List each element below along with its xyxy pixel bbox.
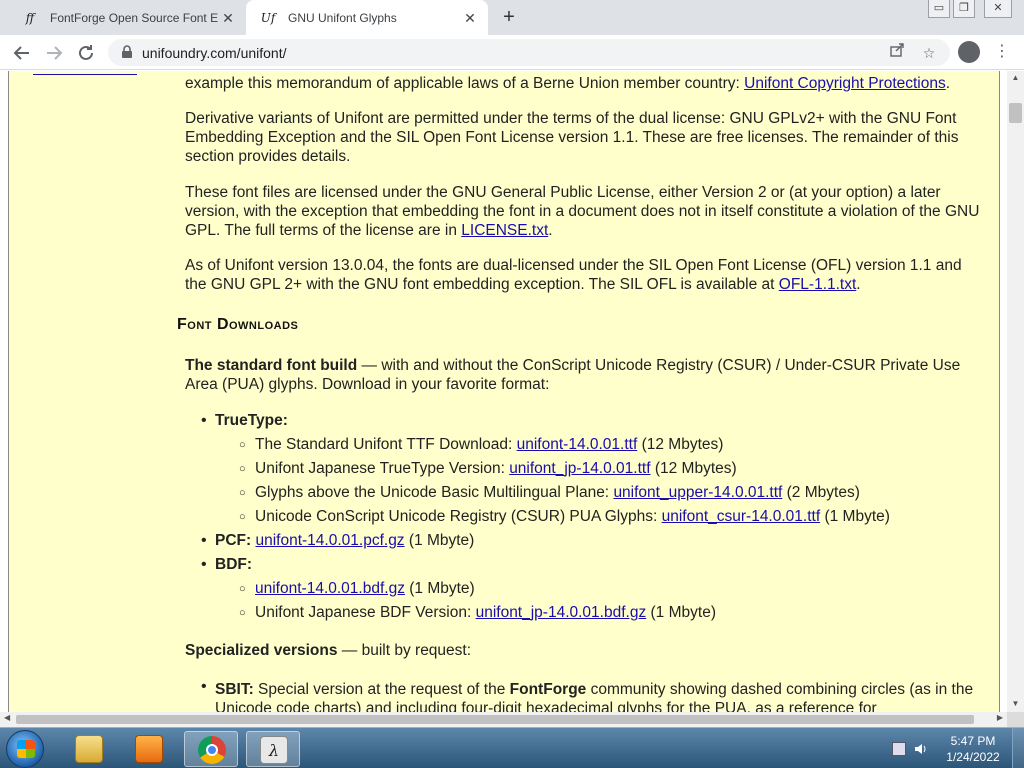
- download-link[interactable]: unifont_upper-14.0.01.ttf: [613, 484, 782, 501]
- download-link[interactable]: unifont-14.0.01.pcf.gz: [255, 532, 404, 549]
- address-bar[interactable]: unifoundry.com/unifont/ ☆: [108, 39, 950, 66]
- derivative-paragraph: Derivative variants of Unifont are permi…: [185, 110, 959, 165]
- minimize-button[interactable]: ▭: [928, 0, 950, 18]
- font-downloads-heading: Font Downloads: [177, 316, 299, 333]
- specialized-list: SBIT: Special version at the request of …: [185, 677, 987, 712]
- close-window-button[interactable]: ✕: [984, 0, 1012, 18]
- list-item: Glyphs above the Unicode Basic Multiling…: [185, 481, 987, 505]
- tab-fontforge[interactable]: ff FontForge Open Source Font Edi ✕: [8, 0, 246, 35]
- forward-icon[interactable]: [42, 41, 66, 65]
- copyright-protections-link[interactable]: Unifont Copyright Protections: [744, 75, 946, 92]
- close-tab-icon[interactable]: ✕: [460, 8, 480, 28]
- list-item: PCF: unifont-14.0.01.pcf.gz (1 Mbyte): [185, 529, 987, 553]
- download-link[interactable]: unifont_jp-14.0.01.ttf: [509, 460, 650, 477]
- system-clock[interactable]: 5:47 PM 1/24/2022: [938, 733, 1008, 765]
- list-item: The Standard Unifont TTF Download: unifo…: [185, 433, 987, 457]
- list-item: unifont-14.0.01.bdf.gz (1 Mbyte): [185, 577, 987, 601]
- list-item: Unifont Japanese BDF Version: unifont_jp…: [185, 601, 987, 625]
- windows-logo-icon: [17, 740, 35, 758]
- scroll-down-icon[interactable]: ▼: [1007, 699, 1024, 708]
- windows-taskbar: λ 5:47 PM 1/24/2022: [0, 727, 1024, 768]
- clock-time: 5:47 PM: [950, 734, 996, 748]
- reload-icon[interactable]: [74, 41, 98, 65]
- taskbar-media-player[interactable]: [122, 731, 176, 767]
- fontforge-icon: λ: [260, 736, 288, 764]
- volume-icon[interactable]: [914, 742, 928, 756]
- tab-title: FontForge Open Source Font Edi: [50, 10, 218, 25]
- list-item: Unifont Japanese TrueType Version: unifo…: [185, 457, 987, 481]
- tab-strip: ff FontForge Open Source Font Edi ✕ Uf G…: [0, 0, 1024, 35]
- standard-build-paragraph: The standard font build — with and witho…: [185, 357, 961, 393]
- taskbar-chrome[interactable]: [184, 731, 238, 767]
- download-link[interactable]: unifont-14.0.01.bdf.gz: [255, 580, 405, 597]
- download-link[interactable]: unifont-14.0.01.ttf: [517, 436, 638, 453]
- browser-toolbar: unifoundry.com/unifont/ ☆ ⋮: [0, 35, 1024, 70]
- profile-avatar[interactable]: [958, 41, 980, 63]
- list-item: SBIT: Special version at the request of …: [185, 677, 987, 712]
- taskbar-fontforge[interactable]: λ: [246, 731, 300, 767]
- download-link[interactable]: unifont_jp-14.0.01.bdf.gz: [476, 604, 647, 621]
- clock-date: 1/24/2022: [946, 750, 1000, 764]
- unifont-favicon-icon: Uf: [260, 10, 276, 25]
- scroll-up-icon[interactable]: ▲: [1007, 73, 1024, 82]
- tab-unifont[interactable]: Uf GNU Unifont Glyphs ✕: [246, 0, 488, 35]
- show-desktop-button[interactable]: [1012, 728, 1024, 768]
- back-icon[interactable]: [10, 41, 34, 65]
- folder-icon: [75, 735, 103, 763]
- start-button[interactable]: [6, 730, 44, 768]
- lock-icon[interactable]: [120, 45, 134, 59]
- download-link[interactable]: unifont_csur-14.0.01.ttf: [662, 508, 821, 525]
- scroll-thumb[interactable]: [1009, 103, 1022, 123]
- list-item: BDF:: [185, 553, 987, 577]
- ofl-paragraph: As of Unifont version 13.0.04, the fonts…: [185, 257, 962, 293]
- list-item: TrueType:: [185, 409, 987, 433]
- horizontal-scrollbar[interactable]: ◀ ▶: [0, 712, 1007, 727]
- scrollbar-corner: [1007, 712, 1024, 727]
- new-tab-button[interactable]: +: [498, 6, 520, 28]
- share-icon[interactable]: [886, 42, 908, 64]
- restore-button[interactable]: ❐: [953, 0, 975, 18]
- taskbar-explorer[interactable]: [62, 731, 116, 767]
- gpl-paragraph: These font files are licensed under the …: [185, 184, 980, 239]
- network-icon[interactable]: [892, 742, 906, 756]
- license-link[interactable]: LICENSE.txt: [461, 222, 548, 239]
- tab-title: GNU Unifont Glyphs: [288, 10, 397, 25]
- vertical-scrollbar[interactable]: ▲ ▼: [1007, 71, 1024, 712]
- chrome-icon: [198, 736, 226, 764]
- scroll-left-icon[interactable]: ◀: [4, 713, 10, 722]
- menu-kebab-icon[interactable]: ⋮: [992, 41, 1012, 63]
- ofl-link[interactable]: OFL-1.1.txt: [779, 276, 857, 293]
- close-tab-icon[interactable]: ✕: [218, 8, 238, 28]
- list-item: Unicode ConScript Unicode Registry (CSUR…: [185, 505, 987, 529]
- specialized-paragraph: Specialized versions — built by request:: [185, 642, 472, 659]
- scroll-right-icon[interactable]: ▶: [997, 713, 1003, 722]
- download-list: TrueType: The Standard Unifont TTF Downl…: [185, 409, 987, 625]
- scroll-thumb[interactable]: [16, 715, 974, 724]
- page-viewport: example this memorandum of applicable la…: [0, 71, 1007, 712]
- fontforge-favicon-icon: ff: [25, 10, 35, 25]
- copyright-paragraph: example this memorandum of applicable la…: [185, 75, 951, 92]
- bookmark-star-icon[interactable]: ☆: [918, 42, 940, 64]
- sidebar-link-partial[interactable]: [33, 71, 137, 75]
- url-text[interactable]: unifoundry.com/unifont/: [142, 45, 287, 61]
- media-player-icon: [135, 735, 163, 763]
